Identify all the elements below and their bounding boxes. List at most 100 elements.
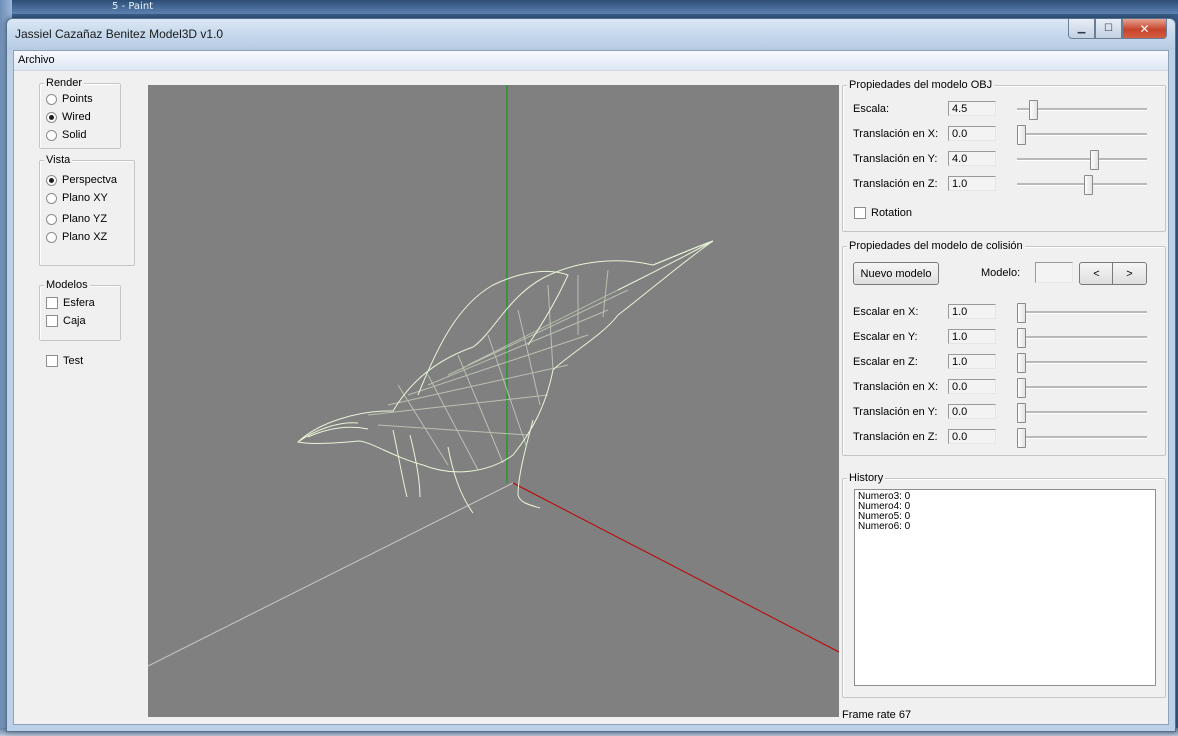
scene-canvas xyxy=(148,85,839,667)
obj-field-label: Translación en Z: xyxy=(853,178,938,190)
obj-properties-label: Propiedades del modelo OBJ xyxy=(847,79,995,91)
wireframe-sail xyxy=(417,270,569,396)
test-option[interactable]: Test xyxy=(46,355,83,367)
collision-escalar-y-slider[interactable] xyxy=(1017,326,1147,348)
radio-plano-xz[interactable] xyxy=(46,231,57,243)
slider-thumb[interactable] xyxy=(1017,328,1026,348)
slider-thumb[interactable] xyxy=(1017,125,1026,145)
history-list[interactable]: Numero3: 0 Numero4: 0 Numero5: 0 Numero6… xyxy=(854,489,1156,686)
model-index-input[interactable] xyxy=(1035,262,1073,283)
collision-escalar-z-slider[interactable] xyxy=(1017,351,1147,373)
vista-option-plano-yz[interactable]: Plano YZ xyxy=(46,213,107,225)
next-model-button[interactable]: > xyxy=(1112,262,1147,285)
render-option-solid[interactable]: Solid xyxy=(46,129,86,141)
obj-escala-slider[interactable] xyxy=(1017,98,1147,120)
modelos-group-label: Modelos xyxy=(44,279,90,291)
obj-translacion-x-slider[interactable] xyxy=(1017,123,1147,145)
slider-track xyxy=(1017,436,1147,439)
minimize-button[interactable]: ▁ xyxy=(1068,19,1095,39)
render-option-label: Wired xyxy=(62,111,91,123)
slider-track xyxy=(1017,411,1147,414)
collision-translacion-x-slider[interactable] xyxy=(1017,376,1147,398)
collision-field-label: Translación en X: xyxy=(853,381,939,393)
history-label: History xyxy=(847,472,886,484)
frame-rate-label: Frame rate 67 xyxy=(842,709,912,721)
obj-field-label: Translación en X: xyxy=(853,128,939,140)
render-group: Render Points Wired Solid xyxy=(39,77,121,149)
history-group: History Numero3: 0 Numero4: 0 Numero5: 0… xyxy=(842,472,1166,698)
modelos-option-caja[interactable]: Caja xyxy=(46,315,86,327)
axis-z-line xyxy=(148,482,514,667)
collision-escalar-y-input[interactable]: 1.0 xyxy=(948,329,996,344)
prev-model-button[interactable]: < xyxy=(1079,262,1114,285)
client-area: Archivo Render Points Wired Solid Vista xyxy=(13,50,1169,725)
slider-thumb[interactable] xyxy=(1084,175,1093,195)
vista-option-label: Plano XY xyxy=(62,192,108,204)
vista-option-label: Perspectva xyxy=(62,174,118,186)
collision-translacion-y-slider[interactable] xyxy=(1017,401,1147,423)
vista-option-label: Plano YZ xyxy=(62,213,108,225)
vista-option-perspectiva[interactable]: Perspectva xyxy=(46,174,117,186)
menu-bar: Archivo xyxy=(14,51,1168,71)
collision-translacion-z-slider[interactable] xyxy=(1017,426,1147,448)
vista-option-plano-xy[interactable]: Plano XY xyxy=(46,192,108,204)
radio-plano-yz[interactable] xyxy=(46,213,57,225)
close-button[interactable]: ✕ xyxy=(1122,19,1167,39)
render-option-wired[interactable]: Wired xyxy=(46,111,91,123)
collision-translacion-z-input[interactable]: 0.0 xyxy=(948,429,996,444)
obj-translacion-z-input[interactable]: 1.0 xyxy=(948,176,996,191)
slider-thumb[interactable] xyxy=(1017,353,1026,373)
slider-thumb[interactable] xyxy=(1017,303,1026,323)
radio-plano-xy[interactable] xyxy=(46,192,57,204)
obj-translacion-y-slider[interactable] xyxy=(1017,148,1147,170)
viewport-3d[interactable] xyxy=(148,85,839,717)
slider-thumb[interactable] xyxy=(1017,428,1026,448)
obj-translacion-z-slider[interactable] xyxy=(1017,173,1147,195)
collision-escalar-x-input[interactable]: 1.0 xyxy=(948,304,996,319)
checkbox-test[interactable] xyxy=(46,355,58,367)
slider-thumb[interactable] xyxy=(1090,150,1099,170)
checkbox-caja[interactable] xyxy=(46,315,58,327)
background-window-title: 5 - Paint xyxy=(112,1,154,12)
vista-group: Vista Perspectva Plano XY Plano YZ Plano… xyxy=(39,154,135,266)
obj-escala-input[interactable]: 4.5 xyxy=(948,101,996,116)
collision-translacion-y-input[interactable]: 0.0 xyxy=(948,404,996,419)
render-option-label: Solid xyxy=(62,129,87,141)
vista-option-label: Plano XZ xyxy=(62,231,108,243)
dinosaur-wireframe xyxy=(296,240,714,514)
history-line: Numero6: 0 xyxy=(858,521,911,532)
modelos-option-esfera[interactable]: Esfera xyxy=(46,297,95,309)
obj-translacion-x-input[interactable]: 0.0 xyxy=(948,126,996,141)
wireframe-front-leg xyxy=(392,429,421,498)
radio-solid[interactable] xyxy=(46,129,57,141)
caption-buttons: ▁ ☐ ✕ xyxy=(1068,19,1167,39)
wireframe-head xyxy=(297,422,369,443)
slider-thumb[interactable] xyxy=(1017,378,1026,398)
radio-wired[interactable] xyxy=(46,111,57,123)
collision-field-label: Escalar en X: xyxy=(853,306,919,318)
wireframe-mesh-lines xyxy=(367,269,649,471)
radio-perspectiva[interactable] xyxy=(46,174,57,186)
new-model-button[interactable]: Nuevo modelo xyxy=(853,262,939,285)
collision-translacion-x-input[interactable]: 0.0 xyxy=(948,379,996,394)
collision-escalar-x-slider[interactable] xyxy=(1017,301,1147,323)
collision-field-label: Escalar en Y: xyxy=(853,331,918,343)
minimize-icon: ▁ xyxy=(1077,23,1086,34)
slider-thumb[interactable] xyxy=(1017,403,1026,423)
rotation-label: Rotation xyxy=(871,207,912,219)
vista-option-plano-xz[interactable]: Plano XZ xyxy=(46,231,107,243)
vista-group-label: Vista xyxy=(44,154,73,166)
radio-points[interactable] xyxy=(46,93,57,105)
menu-archivo[interactable]: Archivo xyxy=(18,54,55,66)
collision-escalar-z-input[interactable]: 1.0 xyxy=(948,354,996,369)
checkbox-esfera[interactable] xyxy=(46,297,58,309)
slider-track xyxy=(1017,311,1147,314)
collision-properties-group: Propiedades del modelo de colisión Nuevo… xyxy=(842,240,1166,456)
obj-translacion-y-input[interactable]: 4.0 xyxy=(948,151,996,166)
rotation-option[interactable]: Rotation xyxy=(854,207,912,219)
slider-thumb[interactable] xyxy=(1029,100,1038,120)
maximize-button[interactable]: ☐ xyxy=(1095,19,1122,39)
title-bar[interactable]: Jassiel Cazañaz Benitez Model3D v1.0 ▁ ☐… xyxy=(7,19,1175,50)
checkbox-rotation[interactable] xyxy=(854,207,866,219)
render-option-points[interactable]: Points xyxy=(46,93,93,105)
